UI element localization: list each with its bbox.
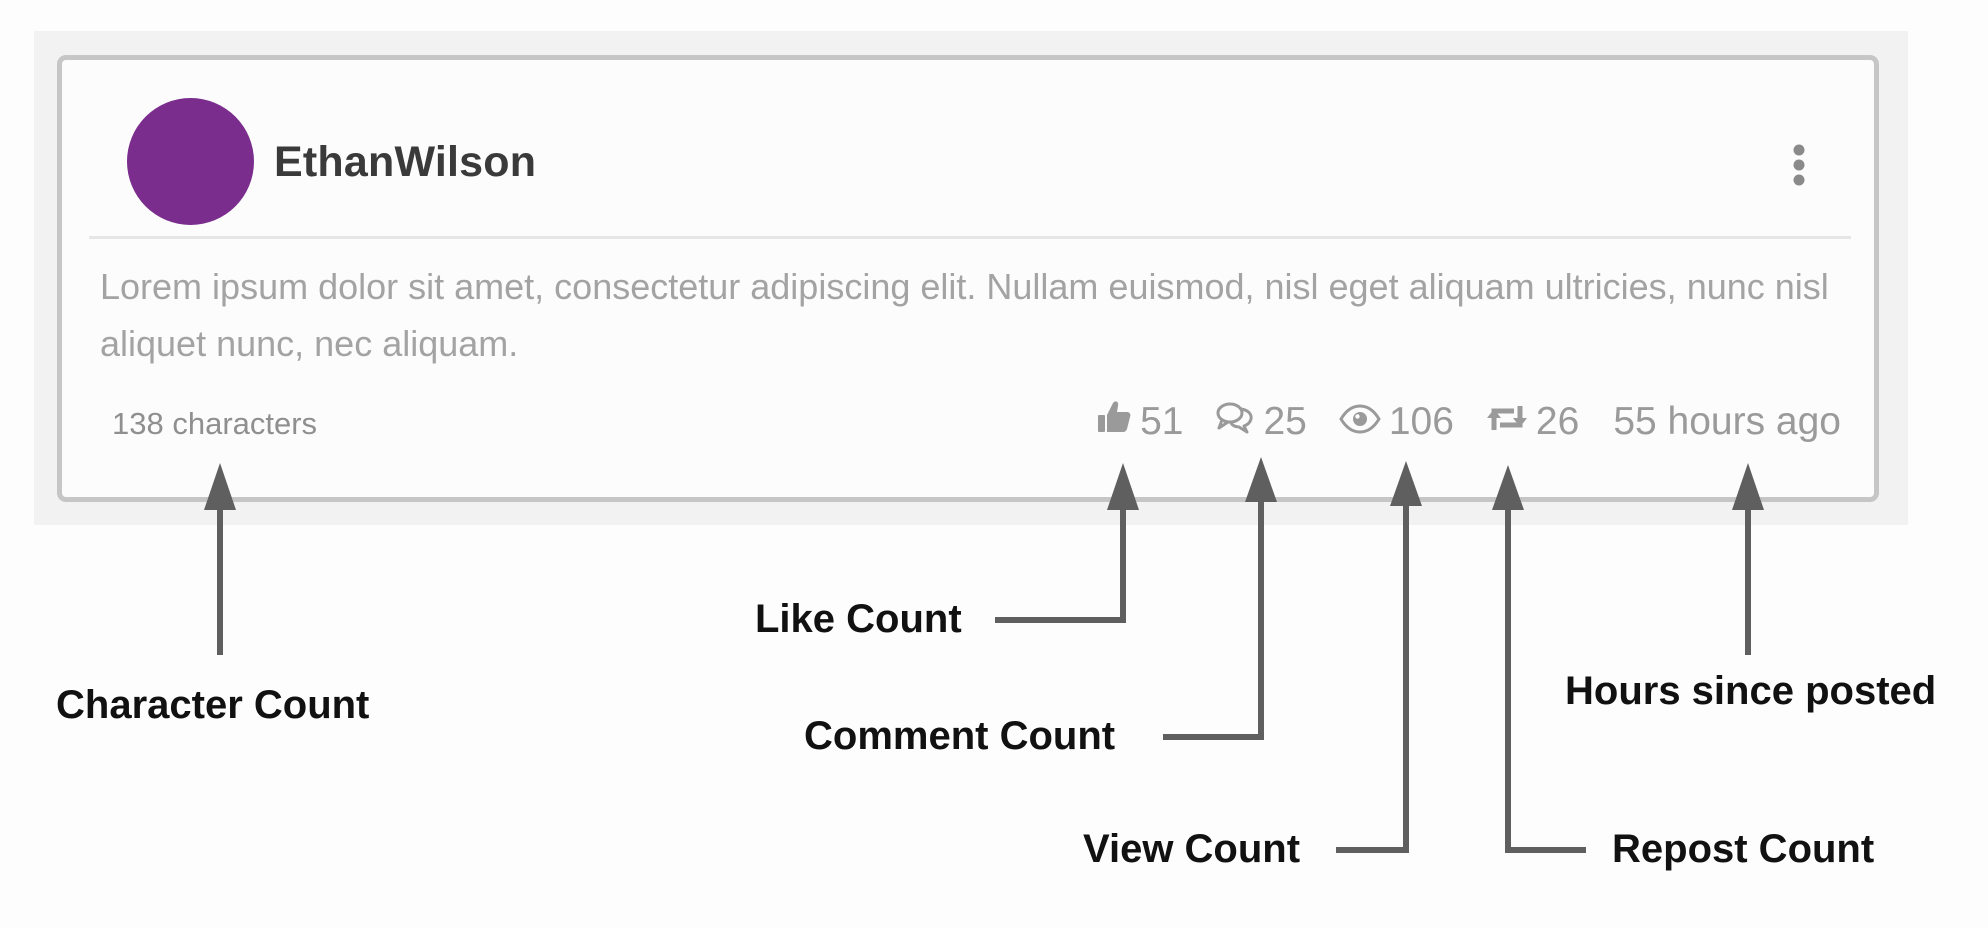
view-count-arrowhead bbox=[1390, 461, 1422, 506]
view-count-annotation: View Count bbox=[1083, 827, 1301, 871]
hours-since-posted-annotation: Hours since posted bbox=[1565, 669, 1937, 713]
like-count-annotation: Like Count bbox=[755, 597, 962, 641]
character-count-arrowhead bbox=[204, 463, 236, 510]
comment-count-arrow-line bbox=[1163, 490, 1264, 740]
view-count-arrow-line bbox=[1336, 490, 1409, 853]
repost-count-annotation: Repost Count bbox=[1612, 827, 1875, 871]
comment-count-arrowhead bbox=[1245, 457, 1277, 502]
repost-count-arrowhead bbox=[1492, 465, 1524, 510]
character-count-annotation: Character Count bbox=[56, 683, 370, 727]
like-count-arrowhead bbox=[1107, 463, 1139, 510]
hours-since-posted-arrowhead bbox=[1732, 463, 1764, 510]
comment-count-annotation: Comment Count bbox=[804, 714, 1116, 758]
like-count-arrow-line bbox=[995, 496, 1126, 623]
annotation-arrows bbox=[204, 457, 1764, 853]
